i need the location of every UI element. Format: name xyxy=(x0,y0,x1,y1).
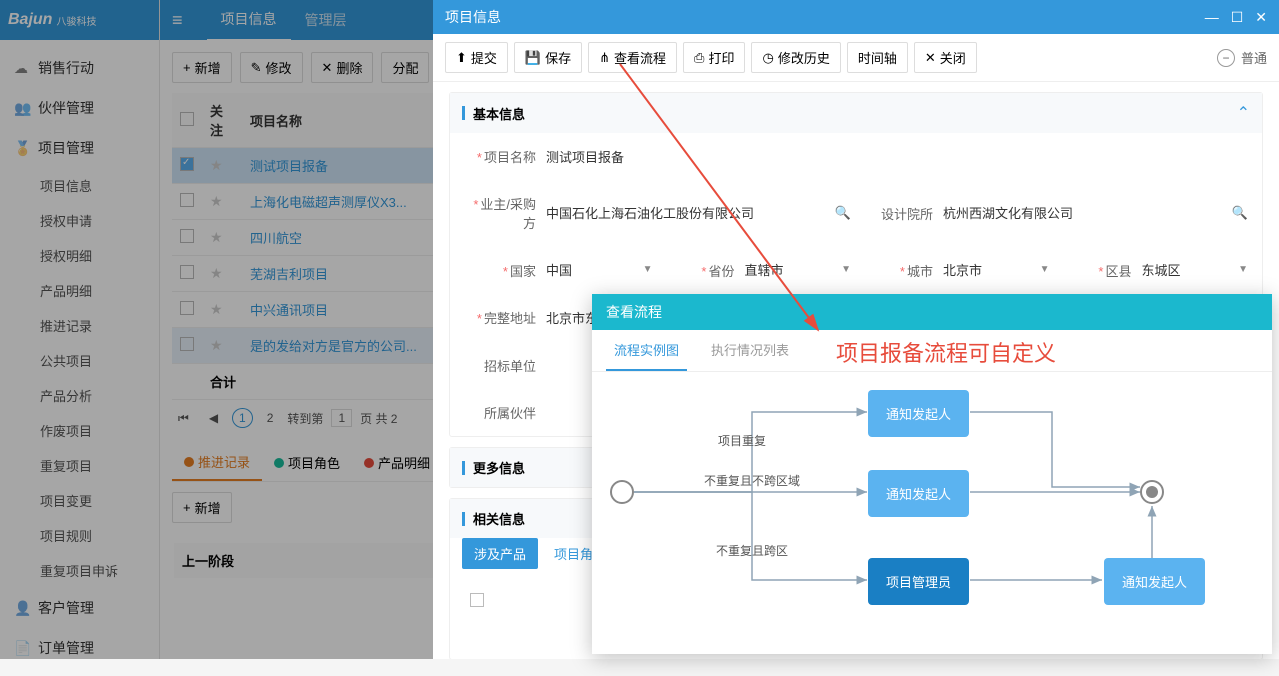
collapse-icon[interactable]: ⌃ xyxy=(1237,103,1250,123)
history-button[interactable]: ◷修改历史 xyxy=(751,42,840,73)
share-icon: ⋔ xyxy=(599,50,610,66)
timeline-button[interactable]: 时间轴 xyxy=(847,42,908,73)
flow-end-node xyxy=(1140,480,1164,504)
flow-node-notify2[interactable]: 通知发起人 xyxy=(868,470,969,517)
x-icon: ✕ xyxy=(925,50,936,66)
save-icon: 💾 xyxy=(525,50,541,66)
field-city[interactable]: 北京市▼ xyxy=(943,260,1050,280)
inner-tab-products[interactable]: 涉及产品 xyxy=(462,538,538,569)
flow-tab-list[interactable]: 执行情况列表 xyxy=(703,330,797,371)
chevron-down-icon: ▼ xyxy=(841,264,851,275)
close-button[interactable]: ✕关闭 xyxy=(914,42,977,73)
maximize-icon[interactable]: ☐ xyxy=(1231,9,1244,26)
clock-icon: ◷ xyxy=(762,50,773,66)
save-button[interactable]: 💾保存 xyxy=(514,42,582,73)
field-proj-name[interactable]: 测试项目报备 xyxy=(546,147,1248,166)
flow-label-nodup-nocross: 不重复且不跨区域 xyxy=(704,472,800,489)
panel-title: 项目信息 xyxy=(445,7,501,27)
mode-label: 普通 xyxy=(1241,48,1267,67)
field-country[interactable]: 中国▼ xyxy=(546,260,653,280)
flow-modal: 查看流程 流程实例图 执行情况列表 项目报备流程可自定义 通知发起人 通知发起人… xyxy=(592,294,1272,654)
flow-node-notify3[interactable]: 通知发起人 xyxy=(1104,558,1205,605)
upload-icon: ⬆ xyxy=(456,50,467,66)
flow-node-admin[interactable]: 项目管理员 xyxy=(868,558,969,605)
print-button[interactable]: ⎙打印 xyxy=(683,42,745,73)
minus-circle-icon[interactable]: − xyxy=(1217,49,1235,67)
flow-title: 查看流程 xyxy=(592,294,1272,330)
field-province[interactable]: 直辖市▼ xyxy=(745,260,852,280)
flow-label-nodup-cross: 不重复且跨区 xyxy=(716,542,788,559)
minimize-icon[interactable]: — xyxy=(1205,9,1219,26)
close-icon[interactable]: ✕ xyxy=(1255,9,1267,26)
inner-check[interactable] xyxy=(470,593,484,607)
print-icon: ⎙ xyxy=(694,50,704,66)
flow-annotation: 项目报备流程可自定义 xyxy=(836,336,1056,368)
flow-node-notify1[interactable]: 通知发起人 xyxy=(868,390,969,437)
flow-tab-diagram[interactable]: 流程实例图 xyxy=(606,330,687,371)
search-icon[interactable]: 🔍 xyxy=(1232,205,1248,221)
chevron-down-icon: ▼ xyxy=(643,264,653,275)
view-flow-button[interactable]: ⋔查看流程 xyxy=(588,42,677,73)
flow-start-node xyxy=(610,480,634,504)
field-district[interactable]: 东城区▼ xyxy=(1142,260,1249,280)
search-icon[interactable]: 🔍 xyxy=(835,205,851,221)
field-buyer[interactable]: 中国石化上海石油化工股份有限公司🔍 xyxy=(546,203,851,223)
chevron-down-icon: ▼ xyxy=(1238,264,1248,275)
section-basic: 基本信息 xyxy=(473,104,1237,123)
chevron-down-icon: ▼ xyxy=(1040,264,1050,275)
flow-label-dup: 项目重复 xyxy=(718,432,766,449)
field-designer[interactable]: 杭州西湖文化有限公司🔍 xyxy=(943,203,1248,223)
submit-button[interactable]: ⬆提交 xyxy=(445,42,508,73)
